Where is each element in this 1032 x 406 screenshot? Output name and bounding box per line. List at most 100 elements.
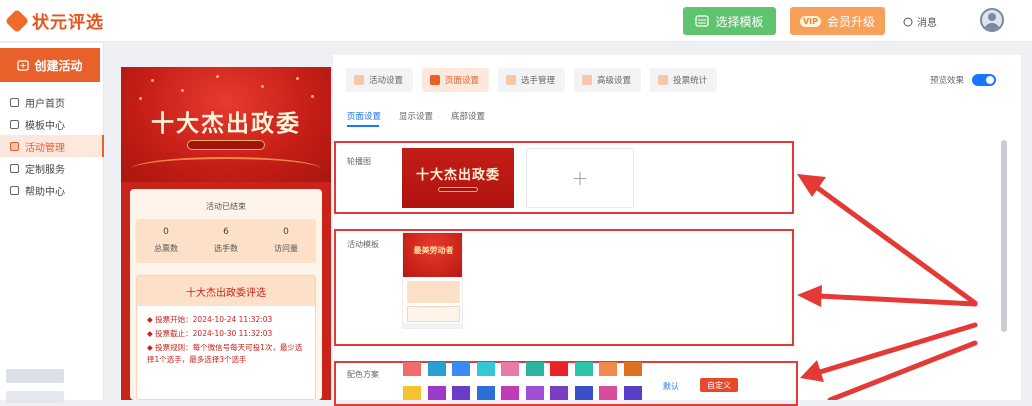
tab-label: 高级设置 xyxy=(597,76,632,86)
color-swatch[interactable] xyxy=(599,362,617,376)
select-template-button[interactable]: 选择模板 xyxy=(683,7,776,35)
color-swatch[interactable] xyxy=(550,386,568,400)
sidebar-item-label: 帮助中心 xyxy=(25,186,65,198)
color-swatch[interactable] xyxy=(574,362,593,376)
message-icon xyxy=(903,17,913,26)
tab-activity-settings[interactable]: 活动设置 xyxy=(346,68,414,92)
stat-label: 选手数 xyxy=(214,244,238,253)
preview-toggle-label: 预览效果 xyxy=(930,76,965,86)
vote-rule: ◆ 投票规则：每个微信号每天可投1次，最少选择1个选手，最多选择3个选手 xyxy=(147,343,303,364)
color-swatch[interactable] xyxy=(403,386,421,400)
stat-value: 6 xyxy=(223,227,229,237)
preview-switch[interactable] xyxy=(972,74,997,86)
sidebar: 创建活动 用户首页 模板中心 活动管理 定制服务 帮助中心 xyxy=(0,43,104,403)
scrollbar[interactable] xyxy=(1001,140,1007,332)
tab-advanced-settings[interactable]: 高级设置 xyxy=(574,68,642,92)
color-swatch[interactable] xyxy=(427,362,446,376)
tab-label: 选手管理 xyxy=(521,76,556,86)
tab-page-settings[interactable]: 页面设置 xyxy=(422,68,490,92)
tab-label: 页面设置 xyxy=(445,76,480,86)
stat-value: 0 xyxy=(283,227,289,237)
blurred-user-info xyxy=(6,391,64,403)
subtab-display[interactable]: 显示设置 xyxy=(399,110,433,122)
template-thumbnail-title: 最美劳动者 xyxy=(413,245,454,255)
messages-link[interactable]: 消息 xyxy=(903,14,937,29)
top-bar: 状元评选 选择模板 VIP 会员升级 消息 xyxy=(0,0,1032,42)
template-thumbnail[interactable]: 最美劳动者 xyxy=(402,232,463,329)
color-swatch[interactable] xyxy=(623,386,642,400)
avatar[interactable] xyxy=(980,8,1004,32)
subtab-footer[interactable]: 底部设置 xyxy=(451,110,485,122)
color-scheme-label: 配色方案 xyxy=(347,370,379,379)
event-info: 十大杰出政委评选 ◆ 投票开始：2024-10-24 11:32:03 ◆ 投票… xyxy=(136,275,316,400)
subtabs: 页面设置 显示设置 底部设置 xyxy=(347,110,485,122)
preview-arc xyxy=(131,157,321,181)
stat-label: 访问量 xyxy=(274,244,298,253)
color-swatch[interactable] xyxy=(599,386,617,400)
tab-label: 活动设置 xyxy=(369,76,404,86)
preview-card: 活动已结束 0 总票数 6 选手数 0 访问量 十大杰出政委评选 ◆ 投票开始：202… xyxy=(130,189,322,400)
page-icon xyxy=(430,75,441,85)
blurred-user-info xyxy=(6,369,64,383)
advanced-icon xyxy=(582,75,593,85)
stat-total-votes: 0 总票数 xyxy=(136,219,196,263)
activity-status: 活动已结束 xyxy=(206,202,246,211)
stats-icon xyxy=(658,75,669,85)
color-swatch[interactable] xyxy=(427,386,446,400)
vip-badge: VIP xyxy=(799,15,821,27)
sidebar-item-activities[interactable]: 活动管理 xyxy=(0,135,104,157)
color-swatch[interactable] xyxy=(452,386,470,400)
settings-icon xyxy=(354,75,364,85)
sidebar-item-templates[interactable]: 模板中心 xyxy=(0,113,104,135)
sidebar-item-label: 用户首页 xyxy=(25,98,65,110)
create-activity-label: 创建活动 xyxy=(34,58,83,73)
color-swatch[interactable] xyxy=(476,386,495,400)
vote-start: ◆ 投票开始：2024-10-24 11:32:03 xyxy=(147,315,273,324)
list-icon xyxy=(10,141,19,151)
sidebar-item-label: 活动管理 xyxy=(25,142,65,154)
sidebar-item-custom-service[interactable]: 定制服务 xyxy=(0,157,104,179)
tab-contestants[interactable]: 选手管理 xyxy=(498,68,566,92)
logo[interactable]: 状元评选 xyxy=(4,8,104,33)
stat-value: 0 xyxy=(163,227,169,237)
color-swatch[interactable] xyxy=(403,362,421,376)
color-swatch[interactable] xyxy=(501,362,519,376)
subtab-page[interactable]: 页面设置 xyxy=(347,110,381,122)
color-swatch[interactable] xyxy=(574,386,593,400)
vip-upgrade-button[interactable]: VIP 会员升级 xyxy=(790,7,885,35)
vote-end: ◆ 投票截止：2024-10-30 11:32:03 xyxy=(147,329,273,338)
settings-panel: 活动设置 页面设置 选手管理 高级设置 投票统计 预览效果 页面设置 显示设置 … xyxy=(333,55,1021,400)
vote-end-text: 投票截止：2024-10-30 11:32:03 xyxy=(155,329,273,338)
preview-subtitle-ribbon xyxy=(187,140,265,150)
custom-colors-button[interactable]: 自定义 xyxy=(700,378,738,392)
sidebar-item-help[interactable]: 帮助中心 xyxy=(0,179,104,201)
tab-vote-stats[interactable]: 投票统计 xyxy=(650,68,718,92)
vote-rule-text: 投票规则：每个微信号每天可投1次，最少选择1个选手，最多选择3个选手 xyxy=(147,343,303,364)
mobile-preview: 十大杰出政委 活动已结束 0 总票数 6 选手数 0 访问量 十大杰出政委评选 ◆ 投… xyxy=(121,67,331,400)
settings-tabs: 活动设置 页面设置 选手管理 高级设置 投票统计 xyxy=(346,68,718,92)
sidebar-nav: 用户首页 模板中心 活动管理 定制服务 帮助中心 xyxy=(0,91,104,201)
color-swatch[interactable] xyxy=(476,362,495,376)
stat-label: 总票数 xyxy=(154,244,178,253)
color-swatch[interactable] xyxy=(623,362,642,376)
sidebar-item-label: 模板中心 xyxy=(25,120,65,132)
add-carousel-image-button[interactable]: + xyxy=(526,148,634,208)
carousel-image-title: 十大杰出政委 xyxy=(415,168,500,183)
sidebar-item-label: 定制服务 xyxy=(25,164,65,176)
color-swatch[interactable] xyxy=(501,386,519,400)
carousel-image[interactable]: 十大杰出政委 xyxy=(402,148,514,208)
color-swatch[interactable] xyxy=(452,362,470,376)
plus-icon: + xyxy=(571,166,589,190)
preview-banner: 十大杰出政委 xyxy=(121,67,331,182)
sidebar-item-home[interactable]: 用户首页 xyxy=(0,91,104,113)
stat-contestants: 6 选手数 xyxy=(196,219,256,263)
create-activity-button[interactable]: 创建活动 xyxy=(0,48,100,82)
color-swatch[interactable] xyxy=(525,386,544,400)
color-swatch[interactable] xyxy=(550,362,568,376)
template-label: 活动模板 xyxy=(347,240,379,249)
vip-upgrade-label: 会员升级 xyxy=(827,14,876,29)
default-colors-link[interactable]: 默认 xyxy=(663,381,679,392)
preview-toggle: 预览效果 xyxy=(930,74,997,86)
color-swatch[interactable] xyxy=(525,362,544,376)
home-icon xyxy=(10,97,19,107)
